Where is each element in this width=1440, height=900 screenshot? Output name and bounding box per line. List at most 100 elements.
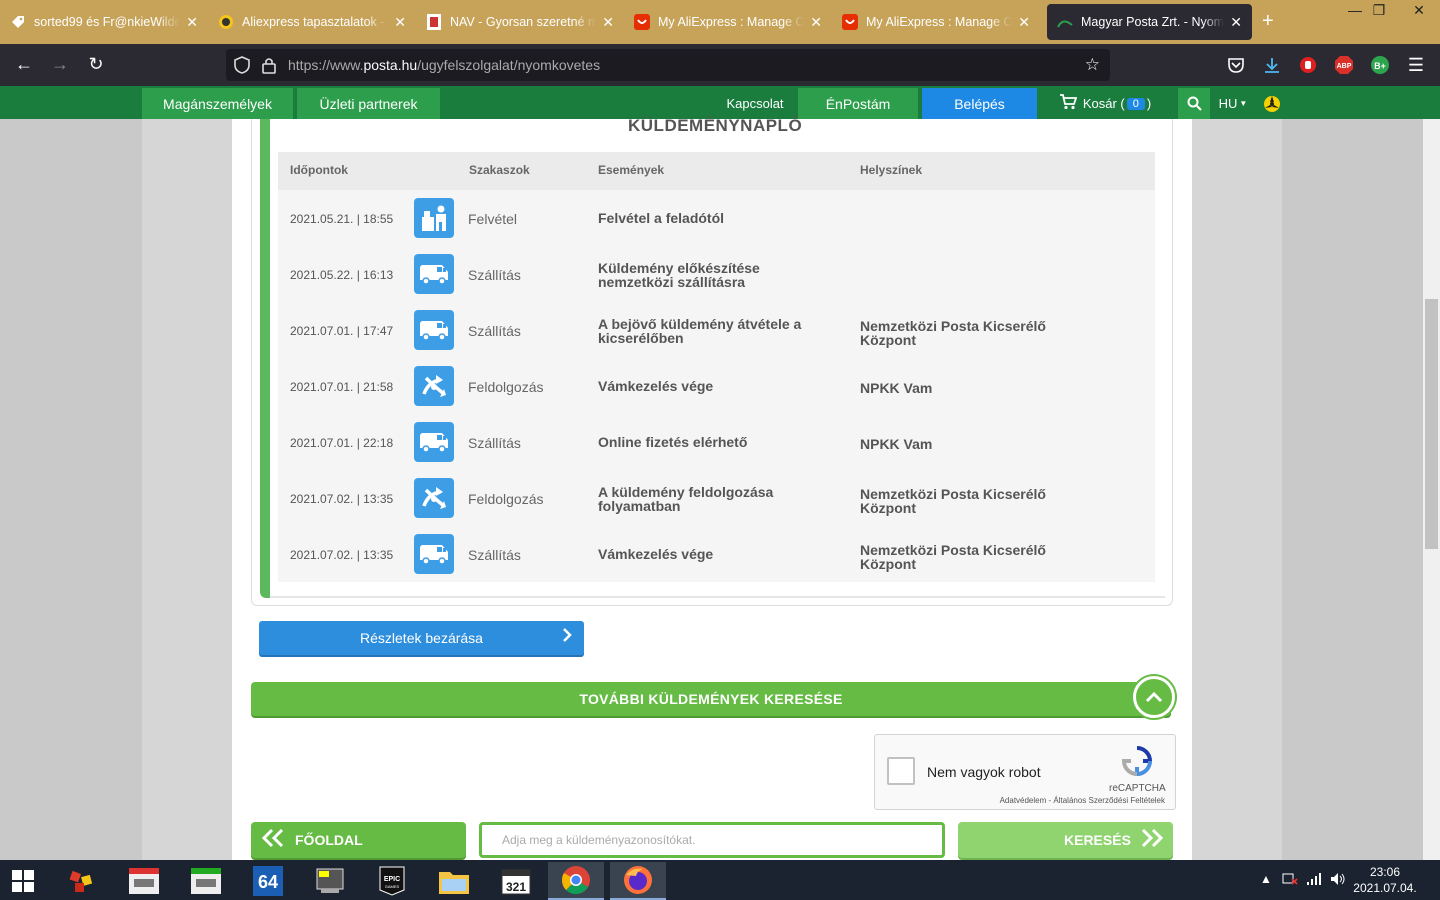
close-tab-icon[interactable]: ✕ <box>1018 14 1030 31</box>
search-button[interactable]: KERESÉS <box>958 822 1173 858</box>
login-button[interactable]: Belépés <box>922 88 1037 119</box>
browser-tab-active[interactable]: Magyar Posta Zrt. - Nyomkö ✕ <box>1047 4 1252 40</box>
table-row: 2021.07.02. | 13:35 Szállítás Vámkezelés v… <box>278 526 1155 582</box>
close-tab-icon[interactable]: ✕ <box>186 14 198 31</box>
tag-icon <box>10 14 26 30</box>
windows-start-icon[interactable] <box>0 862 46 900</box>
row-event: Online fizetés elérhető <box>598 434 748 450</box>
recaptcha-brand: reCAPTCHA <box>1109 783 1166 794</box>
chevron-up-icon[interactable] <box>1133 676 1175 718</box>
hand-stop-icon[interactable] <box>1298 55 1318 75</box>
close-tab-icon[interactable]: ✕ <box>602 14 614 31</box>
chrome-icon[interactable] <box>548 862 604 900</box>
close-tab-icon[interactable]: ✕ <box>1230 14 1242 31</box>
browser-tab-bar: sorted99 és Fr@nkieWilde pr ✕ Aliexpress… <box>0 0 1440 44</box>
row-place: NPKK Vam <box>860 436 933 452</box>
nav-private-persons[interactable]: Magánszemélyek <box>142 88 293 119</box>
shield-icon[interactable] <box>234 56 250 79</box>
pocket-icon[interactable] <box>1226 55 1246 75</box>
header-stage: Szakaszok <box>469 163 530 177</box>
file-explorer-icon[interactable] <box>426 862 482 900</box>
close-details-button[interactable]: Részletek bezárása <box>259 621 584 655</box>
nav-business-partners[interactable]: Üzleti partnerek <box>297 88 440 119</box>
close-tab-icon[interactable]: ✕ <box>394 14 406 31</box>
drive-app-icon-2[interactable] <box>178 862 234 900</box>
url-prefix: https://www. <box>288 57 364 73</box>
tab-title: Magyar Posta Zrt. - Nyomkö <box>1081 15 1225 29</box>
row-event: Felvétel a feladótól <box>598 210 725 226</box>
tracking-number-input[interactable] <box>482 825 942 855</box>
shipment-log-title: KÜLDEMÉNYNAPLÓ <box>628 116 803 135</box>
home-button[interactable]: FŐOLDAL <box>251 822 466 858</box>
system-clock[interactable]: 23:06 2021.07.04. <box>1352 864 1418 896</box>
row-time: 2021.05.22. | 16:13 <box>290 268 394 282</box>
volume-icon[interactable] <box>1330 872 1346 889</box>
lock-icon[interactable] <box>262 56 276 79</box>
tab-title: My AliExpress : Manage Orde <box>658 15 805 29</box>
browser-toolbar: ← → ↻ https://www.posta.hu/ugyfelszolgal… <box>0 44 1440 86</box>
accessibility-icon[interactable] <box>1260 88 1284 119</box>
aida64-icon[interactable]: 64 <box>240 862 296 900</box>
van-icon <box>414 254 454 294</box>
restore-icon[interactable]: ❐ <box>1364 0 1394 20</box>
svg-text:B+: B+ <box>1374 61 1386 71</box>
nav-myposta[interactable]: ÉnPostám <box>798 88 918 119</box>
adblock-plus-icon[interactable]: ABP <box>1334 55 1354 75</box>
scrollbar-thumb[interactable] <box>1425 299 1438 549</box>
search-label: KERESÉS <box>1064 832 1131 848</box>
firefox-icon[interactable] <box>610 862 666 900</box>
row-stage: Feldolgozás <box>468 491 544 507</box>
row-time: 2021.05.21. | 18:55 <box>290 212 394 226</box>
pickup-icon <box>414 198 454 238</box>
home-label: FŐOLDAL <box>295 832 363 848</box>
browser-tab[interactable]: My AliExpress : Manage Orde ✕ <box>832 4 1040 40</box>
extension-b-plus-icon[interactable]: B+ <box>1370 55 1390 75</box>
more-shipments-search-bar[interactable]: TOVÁBBI KÜLDEMÉNYEK KERESÉSE <box>251 682 1171 716</box>
game-app-icon[interactable] <box>54 862 110 900</box>
close-tab-icon[interactable]: ✕ <box>810 14 822 31</box>
new-tab-icon[interactable]: + <box>1262 10 1274 33</box>
row-stage: Szállítás <box>468 323 521 339</box>
wifi-signal-icon[interactable] <box>1306 872 1322 889</box>
forward-icon[interactable]: → <box>48 54 72 75</box>
cart-count-badge: 0 <box>1126 97 1145 110</box>
drive-app-icon[interactable] <box>116 862 172 900</box>
close-window-icon[interactable]: ✕ <box>1404 0 1434 20</box>
browser-tab[interactable]: My AliExpress : Manage Orde ✕ <box>624 4 832 40</box>
epic-games-icon[interactable]: EPIC GAMES <box>364 862 420 900</box>
recaptcha-checkbox[interactable] <box>887 757 915 785</box>
address-bar[interactable]: https://www.posta.hu/ugyfelszolgalat/nyo… <box>226 49 1110 81</box>
url-text[interactable]: https://www.posta.hu/ugyfelszolgalat/nyo… <box>288 57 600 73</box>
tray-chevron-up-icon[interactable]: ▲ <box>1260 872 1272 886</box>
row-stage: Szállítás <box>468 547 521 563</box>
cart-label-close: ) <box>1146 96 1152 111</box>
cart-icon <box>1059 94 1078 113</box>
download-icon[interactable] <box>1262 55 1282 75</box>
row-place: Nemzetközi Posta Kicserélő Központ <box>860 542 1046 572</box>
media-player-icon[interactable]: 321 <box>488 862 544 900</box>
reload-icon[interactable]: ↻ <box>84 54 108 75</box>
browser-tab[interactable]: Aliexpress tapasztalatok - PR ✕ <box>208 4 416 40</box>
posta-logo-icon <box>1057 14 1073 30</box>
total-commander-icon[interactable] <box>302 862 358 900</box>
table-header: Időpontok Szakaszok Események Helyszínek <box>278 152 1155 190</box>
language-selector[interactable]: HU ▼ <box>1216 88 1250 119</box>
browser-tab[interactable]: sorted99 és Fr@nkieWilde pr ✕ <box>0 4 208 40</box>
back-icon[interactable]: ← <box>12 54 36 75</box>
row-event: A bejövő küldemény átvétele a kicserélőb… <box>598 316 802 346</box>
clock-time: 23:06 <box>1369 865 1401 879</box>
recaptcha-links[interactable]: Adatvédelem - Általános Szerződési Felté… <box>1000 796 1165 805</box>
nav-logo-icon <box>426 14 442 30</box>
left-margin <box>142 119 232 860</box>
network-warning-icon[interactable] <box>1282 872 1298 889</box>
search-icon[interactable] <box>1178 88 1210 119</box>
cart-button[interactable]: Kosár ( 0 ) <box>1046 88 1164 119</box>
bookmark-star-icon[interactable]: ☆ <box>1085 55 1100 75</box>
aliexpress-icon <box>842 14 858 30</box>
menu-icon[interactable]: ☰ <box>1406 55 1426 75</box>
chevron-right-icon <box>562 627 572 648</box>
clock-date: 2021.07.04. <box>1353 881 1417 895</box>
page-scrollbar[interactable] <box>1423 119 1440 860</box>
nav-contact[interactable]: Kapcsolat <box>716 88 794 119</box>
browser-tab[interactable]: NAV - Gyorsan szeretné meg ✕ <box>416 4 624 40</box>
